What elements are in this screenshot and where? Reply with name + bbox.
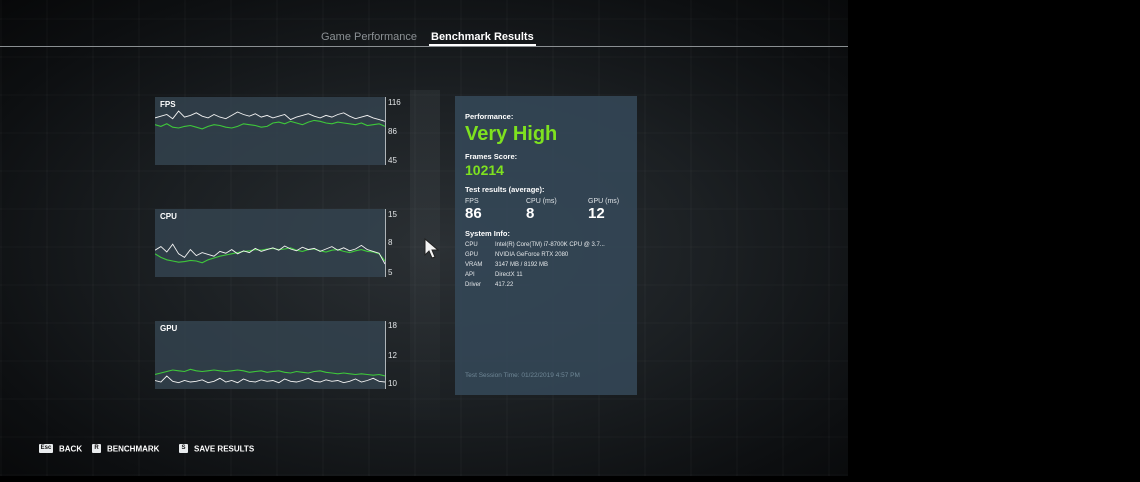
sysinfo-gpu-value: NVIDIA GeForce RTX 2080 xyxy=(495,252,569,258)
stat-gpu-label: GPU (ms) xyxy=(588,198,620,205)
stat-gpu-value: 12 xyxy=(588,205,605,222)
game-screen: Game Performance Benchmark Results FPS 1… xyxy=(0,0,848,476)
gpu-tick-mid: 12 xyxy=(388,351,397,360)
gpu-axis xyxy=(385,321,386,389)
tab-bar: Game Performance Benchmark Results xyxy=(0,30,848,47)
s-key-icon: S xyxy=(179,444,188,454)
fps-graph-plot xyxy=(155,110,385,130)
sysinfo-cpu-value: Intel(R) Core(TM) i7-8700K CPU @ 3.7... xyxy=(495,242,605,248)
gpu-graph-plot xyxy=(155,368,385,384)
results-panel: Performance: Very High Frames Score: 102… xyxy=(455,96,637,395)
gpu-tick-max: 18 xyxy=(388,321,397,330)
sysinfo-cpu-key: CPU xyxy=(465,242,478,248)
session-time: Test Session Time: 01/22/2019 4:57 PM xyxy=(465,372,580,379)
gpu-tick-min: 10 xyxy=(388,379,397,388)
sysinfo-api-key: API xyxy=(465,272,475,278)
benchmark-label: BENCHMARK xyxy=(107,444,160,454)
r-key-icon: R xyxy=(92,444,101,454)
cpu-graph: CPU xyxy=(155,209,385,277)
tab-benchmark-results[interactable]: Benchmark Results xyxy=(429,31,536,46)
system-info-label: System Info: xyxy=(465,229,511,238)
fps-green-line xyxy=(155,119,385,130)
fps-graph: FPS xyxy=(155,97,385,165)
sysinfo-api-value: DirectX 11 xyxy=(495,272,523,278)
stat-fps-value: 86 xyxy=(465,205,482,222)
stat-fps-label: FPS xyxy=(465,198,479,205)
sysinfo-driver-key: Driver xyxy=(465,282,481,288)
performance-value: Very High xyxy=(465,123,558,145)
esc-key-icon: Esc xyxy=(39,444,53,454)
cpu-tick-mid: 8 xyxy=(388,238,393,247)
sysinfo-gpu-key: GPU xyxy=(465,252,479,258)
cpu-axis xyxy=(385,209,386,277)
cpu-tick-max: 15 xyxy=(388,210,397,219)
frames-score-label: Frames Score: xyxy=(465,152,518,161)
fps-tick-min: 45 xyxy=(388,156,397,165)
stat-cpu-value: 8 xyxy=(526,205,535,222)
fps-tick-max: 116 xyxy=(388,98,401,107)
frames-score-value: 10214 xyxy=(465,162,504,178)
cursor-icon xyxy=(424,237,440,259)
gpu-green-line xyxy=(155,368,385,377)
sysinfo-vram-value: 3147 MB / 8192 MB xyxy=(495,262,549,268)
test-results-label: Test results (average): xyxy=(465,185,545,194)
sysinfo-driver-value: 417.22 xyxy=(495,282,514,288)
save-results-label: SAVE RESULTS xyxy=(194,444,255,454)
save-results-button[interactable]: S SAVE RESULTS xyxy=(179,440,255,454)
cpu-graph-plot xyxy=(155,243,385,265)
performance-label: Performance: xyxy=(465,112,514,121)
back-button[interactable]: Esc BACK xyxy=(39,440,83,454)
cpu-tick-min: 5 xyxy=(388,268,393,277)
back-label: BACK xyxy=(59,444,83,454)
tab-game-performance[interactable]: Game Performance xyxy=(321,31,417,43)
fps-tick-mid: 86 xyxy=(388,127,397,136)
benchmark-button[interactable]: R BENCHMARK xyxy=(92,440,160,454)
sysinfo-vram-key: VRAM xyxy=(465,262,483,268)
fps-white-line xyxy=(155,110,385,122)
stat-cpu-label: CPU (ms) xyxy=(526,198,557,205)
gpu-graph: GPU xyxy=(155,321,385,389)
gpu-white-line xyxy=(155,375,385,384)
fps-axis xyxy=(385,97,386,165)
